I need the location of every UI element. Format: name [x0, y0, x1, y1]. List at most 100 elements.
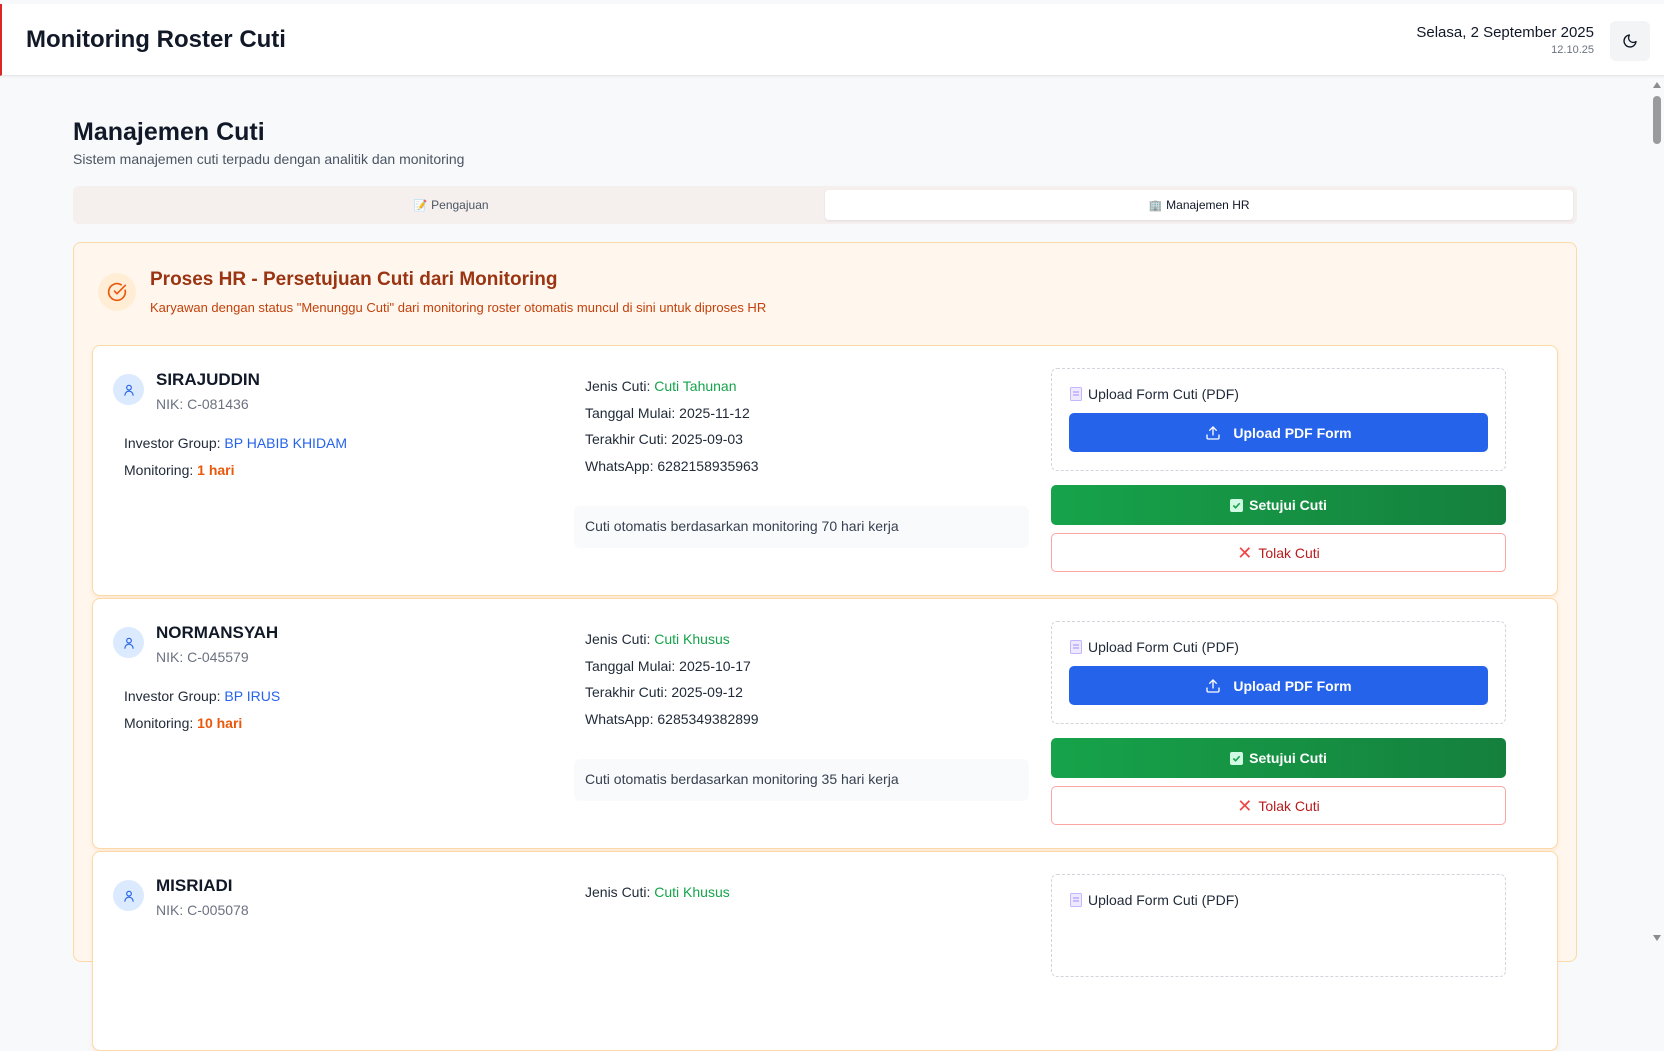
- app-title: Monitoring Roster Cuti: [26, 26, 286, 53]
- monitoring-value: 1 hari: [197, 462, 235, 478]
- terakhir-cuti-value: 2025-09-03: [671, 431, 743, 447]
- upload-dropzone[interactable]: Upload Form Cuti (PDF) Upload PDF Form: [1051, 621, 1506, 724]
- whatsapp-value: 6285349382899: [657, 711, 759, 727]
- jenis-cuti-line: Jenis Cuti: Cuti Khusus: [585, 884, 730, 900]
- investor-group-label: Investor Group:: [124, 688, 221, 704]
- approve-leave-button[interactable]: Setujui Cuti: [1051, 738, 1506, 778]
- tab-label: Manajemen HR: [1166, 198, 1250, 212]
- upload-label: Upload Form Cuti (PDF): [1070, 386, 1239, 402]
- user-icon: [113, 880, 144, 911]
- current-date: Selasa, 2 September 2025: [1416, 24, 1594, 41]
- monitoring-line: Monitoring: 1 hari: [124, 462, 235, 478]
- document-icon: [1070, 640, 1082, 654]
- employee-name: SIRAJUDDIN: [156, 370, 260, 389]
- employee-card: NORMANSYAH NIK: C-045579 Investor Group:…: [92, 598, 1558, 849]
- upload-pdf-button[interactable]: Upload PDF Form: [1069, 666, 1488, 705]
- user-icon: [113, 627, 144, 658]
- upload-icon: [1206, 425, 1221, 440]
- page-subtitle: Sistem manajemen cuti terpadu dengan ana…: [73, 151, 465, 167]
- tanggal-mulai-label: Tanggal Mulai:: [585, 658, 676, 674]
- check-circle-icon: [98, 273, 136, 311]
- whatsapp-line: WhatsApp: 6285349382899: [585, 711, 759, 727]
- tanggal-mulai-label: Tanggal Mulai:: [585, 405, 676, 421]
- document-icon: [1070, 387, 1082, 401]
- upload-dropzone[interactable]: Upload Form Cuti (PDF) Upload PDF Form: [1051, 368, 1506, 471]
- monitoring-line: Monitoring: 10 hari: [124, 715, 242, 731]
- upload-pdf-button[interactable]: Upload PDF Form: [1069, 413, 1488, 452]
- reject-leave-button[interactable]: ✕ Tolak Cuti: [1051, 786, 1506, 825]
- whatsapp-label: WhatsApp:: [585, 458, 654, 474]
- reject-leave-button[interactable]: ✕ Tolak Cuti: [1051, 533, 1506, 572]
- monitoring-label: Monitoring:: [124, 715, 194, 731]
- upload-label: Upload Form Cuti (PDF): [1070, 639, 1239, 655]
- jenis-cuti-label: Jenis Cuti:: [585, 378, 651, 394]
- jenis-cuti-value: Cuti Khusus: [654, 631, 730, 647]
- tanggal-mulai-value: 2025-10-17: [679, 658, 751, 674]
- upload-label-text: Upload Form Cuti (PDF): [1088, 892, 1239, 908]
- upload-dropzone[interactable]: Upload Form Cuti (PDF): [1051, 874, 1506, 977]
- user-icon: [113, 374, 144, 405]
- approve-button-label: Setujui Cuti: [1249, 750, 1327, 766]
- panel-title: Proses HR - Persetujuan Cuti dari Monito…: [150, 269, 558, 290]
- scroll-up-arrow-icon[interactable]: [1653, 82, 1661, 88]
- investor-group-label: Investor Group:: [124, 435, 221, 451]
- investor-group-line: Investor Group: BP IRUS: [124, 688, 280, 704]
- tanggal-mulai-value: 2025-11-12: [679, 405, 750, 421]
- tab-list: 📝 Pengajuan 🏢 Manajemen HR: [73, 186, 1577, 224]
- monitoring-value: 10 hari: [197, 715, 243, 731]
- check-mark-icon: [1230, 498, 1244, 512]
- monitoring-label: Monitoring:: [124, 462, 194, 478]
- jenis-cuti-label: Jenis Cuti:: [585, 884, 651, 900]
- page-scrollbar[interactable]: [1650, 78, 1664, 949]
- tab-pengajuan[interactable]: 📝 Pengajuan: [77, 190, 825, 220]
- tanggal-mulai-line: Tanggal Mulai: 2025-10-17: [585, 658, 751, 674]
- tab-label: Pengajuan: [431, 198, 489, 212]
- panel-description: Karyawan dengan status "Menunggu Cuti" d…: [150, 300, 767, 315]
- employee-card: MISRIADI NIK: C-005078 Jenis Cuti: Cuti …: [92, 851, 1558, 1051]
- employee-nik: NIK: C-081436: [156, 396, 249, 412]
- approve-button-label: Setujui Cuti: [1249, 497, 1327, 513]
- page-title: Manajemen Cuti: [73, 118, 265, 146]
- check-mark-icon: [1230, 751, 1244, 765]
- leave-note: Cuti otomatis berdasarkan monitoring 35 …: [574, 759, 1029, 801]
- moon-icon: [1623, 34, 1637, 48]
- scroll-down-arrow-icon[interactable]: [1653, 935, 1661, 941]
- employee-name: MISRIADI: [156, 876, 233, 895]
- terakhir-cuti-line: Terakhir Cuti: 2025-09-12: [585, 684, 743, 700]
- office-building-icon: 🏢: [1148, 199, 1163, 212]
- upload-button-label: Upload PDF Form: [1233, 424, 1352, 441]
- jenis-cuti-line: Jenis Cuti: Cuti Khusus: [585, 631, 730, 647]
- terakhir-cuti-line: Terakhir Cuti: 2025-09-03: [585, 431, 743, 447]
- whatsapp-value: 6282158935963: [657, 458, 759, 474]
- document-icon: [1070, 893, 1082, 907]
- investor-group-line: Investor Group: BP HABIB KHIDAM: [124, 435, 347, 451]
- jenis-cuti-value: Cuti Tahunan: [654, 378, 737, 394]
- upload-label-text: Upload Form Cuti (PDF): [1088, 386, 1239, 402]
- memo-icon: 📝: [413, 199, 428, 212]
- approve-leave-button[interactable]: Setujui Cuti: [1051, 485, 1506, 525]
- theme-toggle-button[interactable]: [1610, 21, 1650, 61]
- current-time: 12.10.25: [1551, 44, 1594, 56]
- upload-icon: [1206, 678, 1221, 693]
- employee-name: NORMANSYAH: [156, 623, 279, 642]
- scroll-thumb[interactable]: [1653, 96, 1661, 144]
- terakhir-cuti-value: 2025-09-12: [671, 684, 743, 700]
- tanggal-mulai-line: Tanggal Mulai: 2025-11-12: [585, 405, 750, 421]
- employee-nik: NIK: C-045579: [156, 649, 249, 665]
- cross-mark-icon: ✕: [1237, 542, 1253, 563]
- jenis-cuti-label: Jenis Cuti:: [585, 631, 651, 647]
- leave-note: Cuti otomatis berdasarkan monitoring 70 …: [574, 506, 1029, 548]
- app-header: Monitoring Roster Cuti Selasa, 2 Septemb…: [0, 4, 1664, 76]
- upload-label: Upload Form Cuti (PDF): [1070, 892, 1239, 908]
- tab-manajemen-hr[interactable]: 🏢 Manajemen HR: [825, 190, 1573, 220]
- investor-group-value: BP IRUS: [224, 688, 281, 704]
- investor-group-value: BP HABIB KHIDAM: [224, 435, 348, 451]
- employee-nik: NIK: C-005078: [156, 902, 249, 918]
- reject-button-label: Tolak Cuti: [1258, 797, 1320, 814]
- jenis-cuti-line: Jenis Cuti: Cuti Tahunan: [585, 378, 737, 394]
- upload-label-text: Upload Form Cuti (PDF): [1088, 639, 1239, 655]
- cross-mark-icon: ✕: [1237, 795, 1253, 816]
- reject-button-label: Tolak Cuti: [1258, 544, 1320, 561]
- datetime-display: Selasa, 2 September 2025 12.10.25: [1416, 24, 1594, 56]
- whatsapp-label: WhatsApp:: [585, 711, 654, 727]
